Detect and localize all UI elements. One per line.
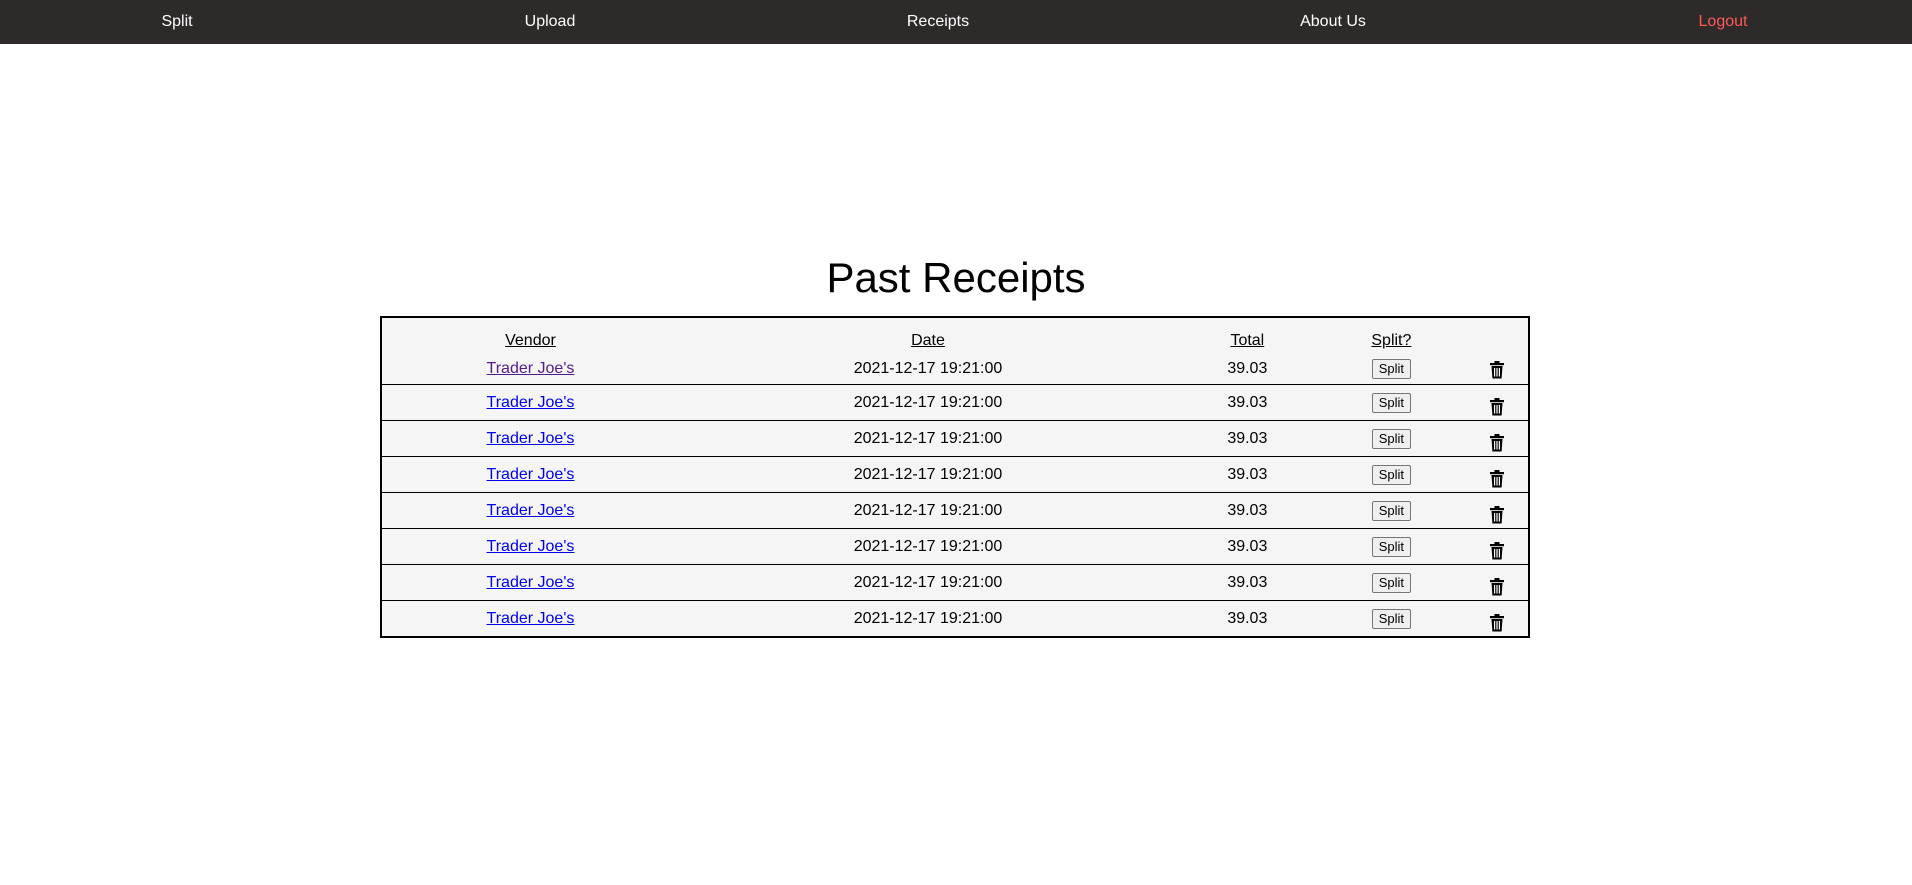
delete-cell xyxy=(1465,456,1528,493)
delete-cell xyxy=(1465,420,1528,457)
trash-icon[interactable] xyxy=(1489,430,1505,452)
vendor-link[interactable]: Trader Joe's xyxy=(487,394,575,411)
vendor-link[interactable]: Trader Joe's xyxy=(487,466,575,483)
delete-cell xyxy=(1465,564,1528,601)
date-cell: 2021-12-17 19:21:00 xyxy=(678,420,1178,457)
vendor-link[interactable]: Trader Joe's xyxy=(487,538,575,555)
trash-icon[interactable] xyxy=(1489,394,1505,416)
table-row: Trader Joe's 2021-12-17 19:21:00 39.03 Spli… xyxy=(382,564,1528,601)
header-delete xyxy=(1465,318,1528,354)
date-cell: 2021-12-17 19:21:00 xyxy=(678,600,1178,636)
vendor-link[interactable]: Trader Joe's xyxy=(487,360,575,377)
vendor-cell: Trader Joe's xyxy=(382,528,679,565)
nav-split[interactable]: Split xyxy=(161,0,192,44)
trash-icon[interactable] xyxy=(1489,502,1505,524)
vendor-link[interactable]: Trader Joe's xyxy=(487,610,575,627)
total-cell: 39.03 xyxy=(1177,528,1318,565)
vendor-link[interactable]: Trader Joe's xyxy=(487,502,575,519)
receipts-table-container: Vendor Date Total Split? Trader Joe's 202… xyxy=(380,316,1530,638)
total-cell: 39.03 xyxy=(1177,420,1318,457)
total-cell: 39.03 xyxy=(1227,360,1268,377)
vendor-cell: Trader Joe's xyxy=(382,564,679,601)
vendor-link[interactable]: Trader Joe's xyxy=(487,574,575,591)
table-row: Trader Joe's 2021-12-17 19:21:00 39.03 Spli… xyxy=(382,492,1528,529)
vendor-cell: Trader Joe's xyxy=(382,420,679,457)
split-button[interactable]: Split xyxy=(1371,428,1412,449)
header-date: Date xyxy=(911,332,945,349)
header-vendor: Vendor xyxy=(505,332,556,349)
vendor-cell: Trader Joe's xyxy=(382,600,679,636)
split-button[interactable]: Split xyxy=(1371,608,1412,629)
total-cell: 39.03 xyxy=(1177,456,1318,493)
split-cell: Split xyxy=(1317,420,1466,457)
header-split: Split? xyxy=(1371,332,1412,349)
vendor-cell: Trader Joe's xyxy=(382,456,679,493)
nav-upload[interactable]: Upload xyxy=(525,0,576,44)
total-cell: 39.03 xyxy=(1177,564,1318,601)
table-row: Trader Joe's 2021-12-17 19:21:00 39.03 Spli… xyxy=(382,384,1528,421)
table-row: Trader Joe's 2021-12-17 19:21:00 39.03 Spli… xyxy=(382,420,1528,457)
receipts-table: Vendor Date Total Split? Trader Joe's 202… xyxy=(382,318,1528,636)
nav-receipts[interactable]: Receipts xyxy=(907,0,969,44)
split-cell: Split xyxy=(1317,528,1466,565)
split-cell: Split xyxy=(1318,354,1466,385)
delete-cell xyxy=(1465,354,1528,385)
date-cell: 2021-12-17 19:21:00 xyxy=(853,360,1003,377)
total-cell: 39.03 xyxy=(1177,492,1318,529)
date-cell: 2021-12-17 19:21:00 xyxy=(678,384,1178,421)
split-cell: Split xyxy=(1317,492,1466,529)
trash-icon[interactable] xyxy=(1489,466,1505,488)
split-button[interactable]: Split xyxy=(1371,464,1412,485)
split-button[interactable]: Split xyxy=(1371,358,1412,379)
split-button[interactable]: Split xyxy=(1371,392,1412,413)
split-cell: Split xyxy=(1317,600,1466,636)
date-cell: 2021-12-17 19:21:00 xyxy=(678,492,1178,529)
trash-icon[interactable] xyxy=(1489,574,1505,596)
date-cell: 2021-12-17 19:21:00 xyxy=(678,456,1178,493)
date-cell: 2021-12-17 19:21:00 xyxy=(678,528,1178,565)
vendor-link[interactable]: Trader Joe's xyxy=(487,430,575,447)
vendor-cell: Trader Joe's xyxy=(382,384,679,421)
delete-cell xyxy=(1465,492,1528,529)
nav-about-us[interactable]: About Us xyxy=(1300,0,1366,44)
trash-icon[interactable] xyxy=(1489,610,1505,632)
total-cell: 39.03 xyxy=(1177,384,1318,421)
table-row: Trader Joe's 2021-12-17 19:21:00 39.03 Spli… xyxy=(382,456,1528,493)
split-button[interactable]: Split xyxy=(1371,536,1412,557)
split-cell: Split xyxy=(1317,384,1466,421)
delete-cell xyxy=(1465,384,1528,421)
receipt-rows: Trader Joe's 2021-12-17 19:21:00 39.03 Spli… xyxy=(382,354,1528,636)
total-cell: 39.03 xyxy=(1177,600,1318,636)
header-total: Total xyxy=(1230,332,1265,349)
nav-logout[interactable]: Logout xyxy=(1699,0,1748,44)
delete-cell xyxy=(1465,600,1528,636)
top-navbar: Split Upload Receipts About Us Logout xyxy=(0,0,1912,44)
trash-icon[interactable] xyxy=(1489,360,1505,379)
date-cell: 2021-12-17 19:21:00 xyxy=(678,564,1178,601)
split-cell: Split xyxy=(1317,564,1466,601)
table-row: Trader Joe's 2021-12-17 19:21:00 39.03 Spli… xyxy=(382,354,1528,385)
vendor-cell: Trader Joe's xyxy=(382,492,679,529)
split-cell: Split xyxy=(1317,456,1466,493)
delete-cell xyxy=(1465,528,1528,565)
split-button[interactable]: Split xyxy=(1371,572,1412,593)
table-row: Trader Joe's 2021-12-17 19:21:00 39.03 Spli… xyxy=(382,528,1528,565)
trash-icon[interactable] xyxy=(1489,538,1505,560)
table-header-row: Vendor Date Total Split? xyxy=(382,318,1528,354)
split-button[interactable]: Split xyxy=(1371,500,1412,521)
vendor-cell: Trader Joe's xyxy=(382,354,679,385)
page-title: Past Receipts xyxy=(826,254,1086,301)
table-row: Trader Joe's 2021-12-17 19:21:00 39.03 Spli… xyxy=(382,600,1528,636)
